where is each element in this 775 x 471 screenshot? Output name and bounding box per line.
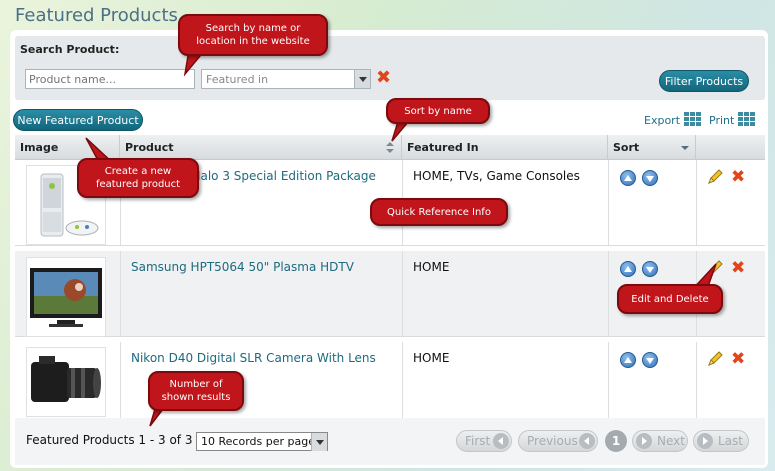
next-page-label: Next — [657, 434, 685, 448]
product-thumbnail-tv[interactable] — [26, 257, 106, 337]
callout-sort: Sort by name — [386, 98, 490, 124]
move-up-icon[interactable] — [620, 352, 636, 368]
new-featured-product-button[interactable]: New Featured Product — [13, 109, 143, 131]
previous-page-label: Previous — [527, 434, 578, 448]
sort-desc-icon[interactable] — [681, 146, 689, 150]
filter-products-button[interactable]: Filter Products — [659, 70, 749, 92]
callout-search: Search by name or location in the websit… — [178, 14, 328, 56]
last-page-label: Last — [718, 434, 743, 448]
delete-icon[interactable]: ✖ — [731, 351, 745, 368]
move-down-icon[interactable] — [642, 352, 658, 368]
chevron-right-icon — [636, 433, 652, 449]
edit-pencil-icon[interactable] — [706, 168, 724, 186]
chevron-down-icon[interactable] — [354, 70, 370, 88]
column-header-featured-in[interactable]: Featured In — [402, 135, 608, 160]
print-grid-icon[interactable] — [738, 112, 755, 126]
previous-page-button[interactable]: Previous — [518, 430, 598, 452]
product-name-input[interactable] — [25, 69, 195, 89]
last-page-button[interactable]: Last — [693, 430, 749, 452]
column-header-actions — [696, 135, 765, 160]
results-count: Featured Products 1 - 3 of 3 — [26, 433, 193, 447]
move-down-icon[interactable] — [642, 170, 658, 186]
export-link[interactable]: Export — [644, 114, 680, 127]
page-title: Featured Products — [15, 5, 178, 26]
records-per-page-value: 10 Records per page — [201, 435, 315, 448]
edit-pencil-icon[interactable] — [706, 350, 724, 368]
product-thumbnail-camera[interactable] — [26, 347, 106, 417]
product-link[interactable]: Nikon D40 Digital SLR Camera With Lens — [131, 351, 376, 365]
export-grid-icon[interactable] — [684, 112, 701, 126]
current-page-indicator[interactable]: 1 — [605, 430, 627, 452]
product-link[interactable]: Samsung HPT5064 50" Plasma HDTV — [131, 260, 354, 274]
callout-quick-reference: Quick Reference Info — [370, 198, 508, 226]
print-link[interactable]: Print — [709, 114, 734, 127]
move-down-icon[interactable] — [642, 261, 658, 277]
records-per-page-select[interactable]: 10 Records per page — [196, 432, 328, 451]
featured-in-value: HOME — [413, 260, 450, 274]
search-label: Search Product: — [20, 43, 120, 56]
featured-in-value: HOME — [413, 351, 450, 365]
chevron-down-icon[interactable] — [311, 433, 327, 451]
chevron-left-icon — [493, 433, 509, 449]
first-page-label: First — [465, 434, 491, 448]
next-page-button[interactable]: Next — [632, 430, 688, 452]
chevron-left-icon — [579, 433, 595, 449]
delete-icon[interactable]: ✖ — [731, 260, 745, 277]
chevron-right-icon — [697, 433, 713, 449]
move-up-icon[interactable] — [620, 261, 636, 277]
featured-in-select-value: Featured in — [206, 73, 269, 86]
delete-icon[interactable]: ✖ — [731, 169, 745, 186]
column-header-product[interactable]: Product — [120, 135, 402, 160]
move-up-icon[interactable] — [620, 170, 636, 186]
featured-in-select[interactable]: Featured in — [201, 69, 371, 89]
clear-filter-icon[interactable]: ✖ — [376, 69, 391, 87]
featured-in-value: HOME, TVs, Game Consoles — [413, 169, 580, 183]
callout-edit-delete: Edit and Delete — [617, 284, 723, 314]
callout-results: Number of shown results — [148, 371, 244, 411]
callout-create: Create a new featured product — [77, 158, 199, 198]
table-row: Nikon D40 Digital SLR Camera With Lens H… — [15, 342, 765, 418]
first-page-button[interactable]: First — [456, 430, 512, 452]
